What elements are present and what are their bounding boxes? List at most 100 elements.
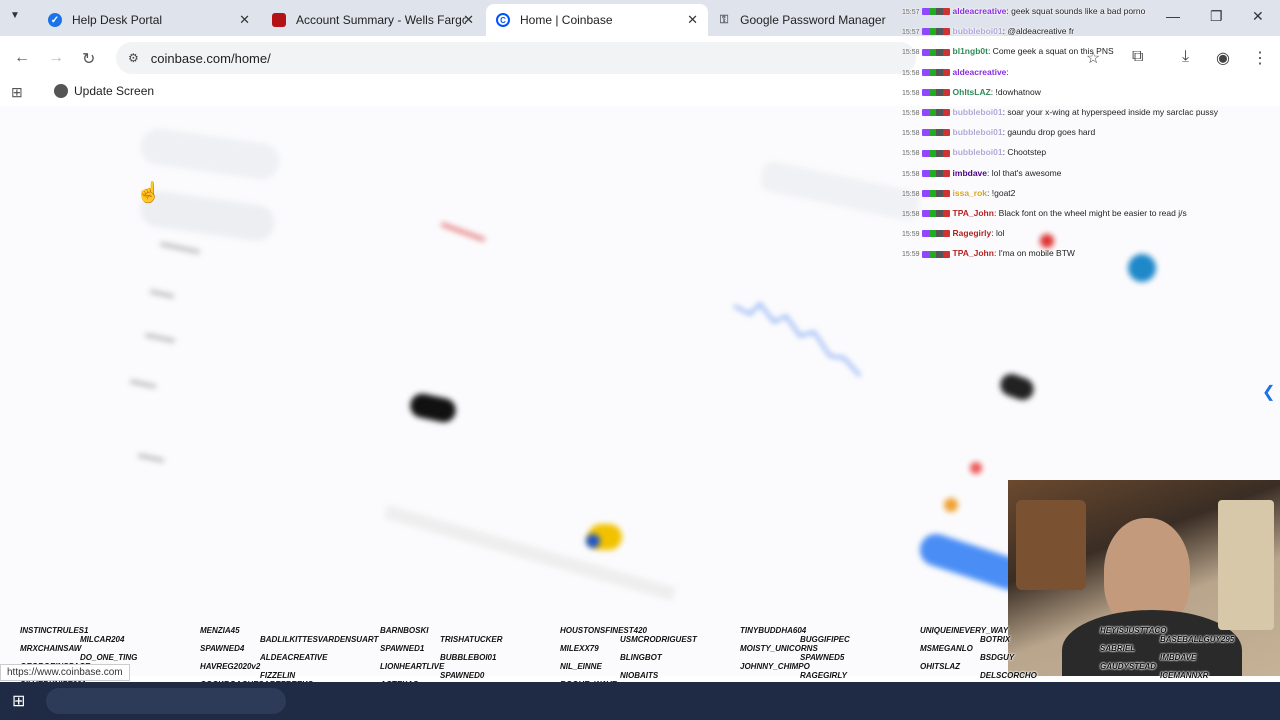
- chat-username: bubbleboi01: [952, 147, 1003, 158]
- chat-text: : soar your x-wing at hyperspeed inside …: [1002, 107, 1219, 118]
- chat-message: 15:58 bubbleboi01: soar your x-wing at hy…: [902, 103, 1280, 123]
- chat-username: TPA_John: [952, 248, 994, 259]
- chat-username: aldeacreative: [952, 6, 1007, 16]
- chat-text: : gaundu drop goes hard: [1002, 127, 1096, 138]
- tab-title: Help Desk Portal: [72, 13, 163, 27]
- windows-start-icon[interactable]: ⊞: [12, 691, 25, 711]
- blurred-blue-dot: [586, 534, 600, 548]
- chat-timestamp: 15:58: [902, 190, 920, 198]
- tab-password-manager[interactable]: ⚿ Google Password Manager: [708, 4, 898, 36]
- apps-grid-icon[interactable]: ⊞: [11, 84, 23, 101]
- blurred-black-pill: [408, 391, 458, 425]
- chat-timestamp: 15:57: [902, 29, 920, 37]
- chat-username: TPA_John: [952, 208, 994, 219]
- globe-icon: [54, 84, 68, 98]
- update-screen-bookmark[interactable]: Update Screen: [54, 84, 154, 98]
- blurred-negative-value: [440, 222, 486, 242]
- chat-text: : Come geek a squat on this PNS: [987, 46, 1114, 57]
- back-icon[interactable]: ←: [14, 49, 30, 67]
- chat-text: : geek squat sounds like a bad porno: [1006, 6, 1146, 16]
- windows-taskbar: ⊞: [0, 682, 1280, 720]
- chat-username: bl1ngb0t: [952, 46, 988, 57]
- chat-timestamp: 15:58: [902, 150, 920, 158]
- chat-timestamp: 15:58: [902, 69, 920, 77]
- wells-fargo-favicon-icon: [272, 13, 286, 27]
- bookmark-label: Update Screen: [74, 84, 155, 98]
- blurred-text: [144, 332, 176, 344]
- chat-badges-icon: [921, 109, 950, 117]
- chat-message: 15:58 TPA_John: Black font on the wheel m…: [902, 204, 1280, 224]
- site-settings-icon[interactable]: ⚙: [128, 51, 139, 65]
- chat-badges-icon: [921, 149, 950, 157]
- forward-icon[interactable]: →: [48, 49, 64, 67]
- streamer-shirt: [1062, 610, 1242, 676]
- wall-poster: [1218, 500, 1274, 630]
- status-url: https://www.coinbase.com: [0, 664, 130, 681]
- chat-message: 15:58 imbdave: lol that's awesome: [902, 164, 1280, 184]
- shelf: [1016, 500, 1086, 590]
- reload-icon[interactable]: ↻: [82, 49, 95, 69]
- chat-message: 15:58 issa_rok: !goat2: [902, 184, 1280, 204]
- chat-message: 15:59 TPA_John: I'ma on mobile BTW: [902, 244, 1280, 264]
- chat-timestamp: 15:58: [902, 130, 920, 138]
- chat-timestamp: 15:58: [902, 170, 920, 178]
- tab-help-desk[interactable]: ✓ Help Desk Portal ✕: [38, 4, 260, 36]
- taskbar-search-input[interactable]: [46, 688, 286, 714]
- chat-username: bubbleboi01: [952, 26, 1003, 37]
- chat-username: bubbleboi01: [952, 107, 1003, 118]
- side-panel-chevron-icon[interactable]: ❮: [1262, 382, 1275, 402]
- chat-text: : Black font on the wheel might be easie…: [993, 208, 1187, 219]
- blurred-text: [149, 289, 175, 299]
- tab-coinbase[interactable]: C Home | Coinbase ✕: [486, 4, 708, 36]
- close-tab-icon[interactable]: ✕: [239, 12, 250, 28]
- blurred-black-pill: [997, 370, 1037, 404]
- chat-badges-icon: [921, 68, 950, 76]
- close-tab-icon[interactable]: ✕: [687, 12, 698, 28]
- hand-cursor-icon: ☝: [136, 182, 161, 204]
- chat-message: 15:57 bubbleboi01: @aldeacreative fr: [902, 22, 1280, 42]
- chat-badges-icon: [921, 210, 950, 218]
- blurred-text: [129, 379, 157, 389]
- blurred-price-chart: [733, 302, 861, 377]
- chat-text: :: [1006, 66, 1009, 77]
- chat-badges-icon: [921, 190, 950, 198]
- tab-title: Google Password Manager: [740, 13, 886, 27]
- chat-message: 15:58 bl1ngb0t: Come geek a squat on this…: [902, 42, 1280, 62]
- coinbase-favicon-icon: C: [496, 13, 510, 27]
- chat-text: : Chootstep: [1002, 147, 1047, 158]
- chat-timestamp: 15:58: [902, 110, 920, 118]
- chat-badges-icon: [921, 8, 950, 16]
- chat-username: imbdave: [952, 167, 988, 178]
- chat-badges-icon: [921, 48, 950, 56]
- chat-message: 15:58 aldeacreative:: [902, 63, 1280, 83]
- chat-badges-icon: [921, 89, 950, 97]
- chat-text: : !dowhatnow: [990, 86, 1041, 97]
- chat-username: issa_rok: [952, 187, 988, 198]
- chat-message: 15:57 aldeacreative: geek squat sounds li…: [902, 2, 1280, 22]
- chat-username: bubbleboi01: [952, 127, 1003, 138]
- chat-text: : I'ma on mobile BTW: [993, 248, 1075, 259]
- chat-timestamp: 15:57: [902, 9, 920, 16]
- tab-wells-fargo[interactable]: Account Summary - Wells Fargo ✕: [262, 4, 484, 36]
- chat-username: OhItsLAZ: [952, 86, 991, 97]
- blurred-asset-icon: [944, 498, 958, 512]
- tab-search-chevron-icon[interactable]: ▼: [10, 10, 20, 21]
- chat-text: : !goat2: [987, 187, 1016, 198]
- chat-timestamp: 15:58: [902, 89, 920, 97]
- address-bar[interactable]: ⚙ coinbase.com/home/: [116, 42, 916, 74]
- close-tab-icon[interactable]: ✕: [463, 12, 474, 28]
- stream-chat-overlay: 15:57 aldeacreative: geek squat sounds li…: [902, 2, 1280, 265]
- chat-text: : @aldeacreative fr: [1002, 26, 1075, 37]
- chat-timestamp: 15:58: [902, 49, 920, 57]
- blurred-asset-icon: [970, 462, 982, 474]
- chat-text: : lol that's awesome: [987, 167, 1062, 178]
- chat-username: aldeacreative: [952, 66, 1007, 77]
- chat-timestamp: 15:59: [902, 231, 920, 239]
- blurred-text: [160, 241, 200, 255]
- webcam-overlay: [1008, 480, 1280, 676]
- blurred-text: [137, 453, 165, 463]
- chat-timestamp: 15:59: [902, 251, 920, 259]
- help-desk-favicon-icon: ✓: [48, 13, 62, 27]
- url-text: coinbase.com/home/: [150, 50, 271, 66]
- blurred-row: [383, 504, 677, 602]
